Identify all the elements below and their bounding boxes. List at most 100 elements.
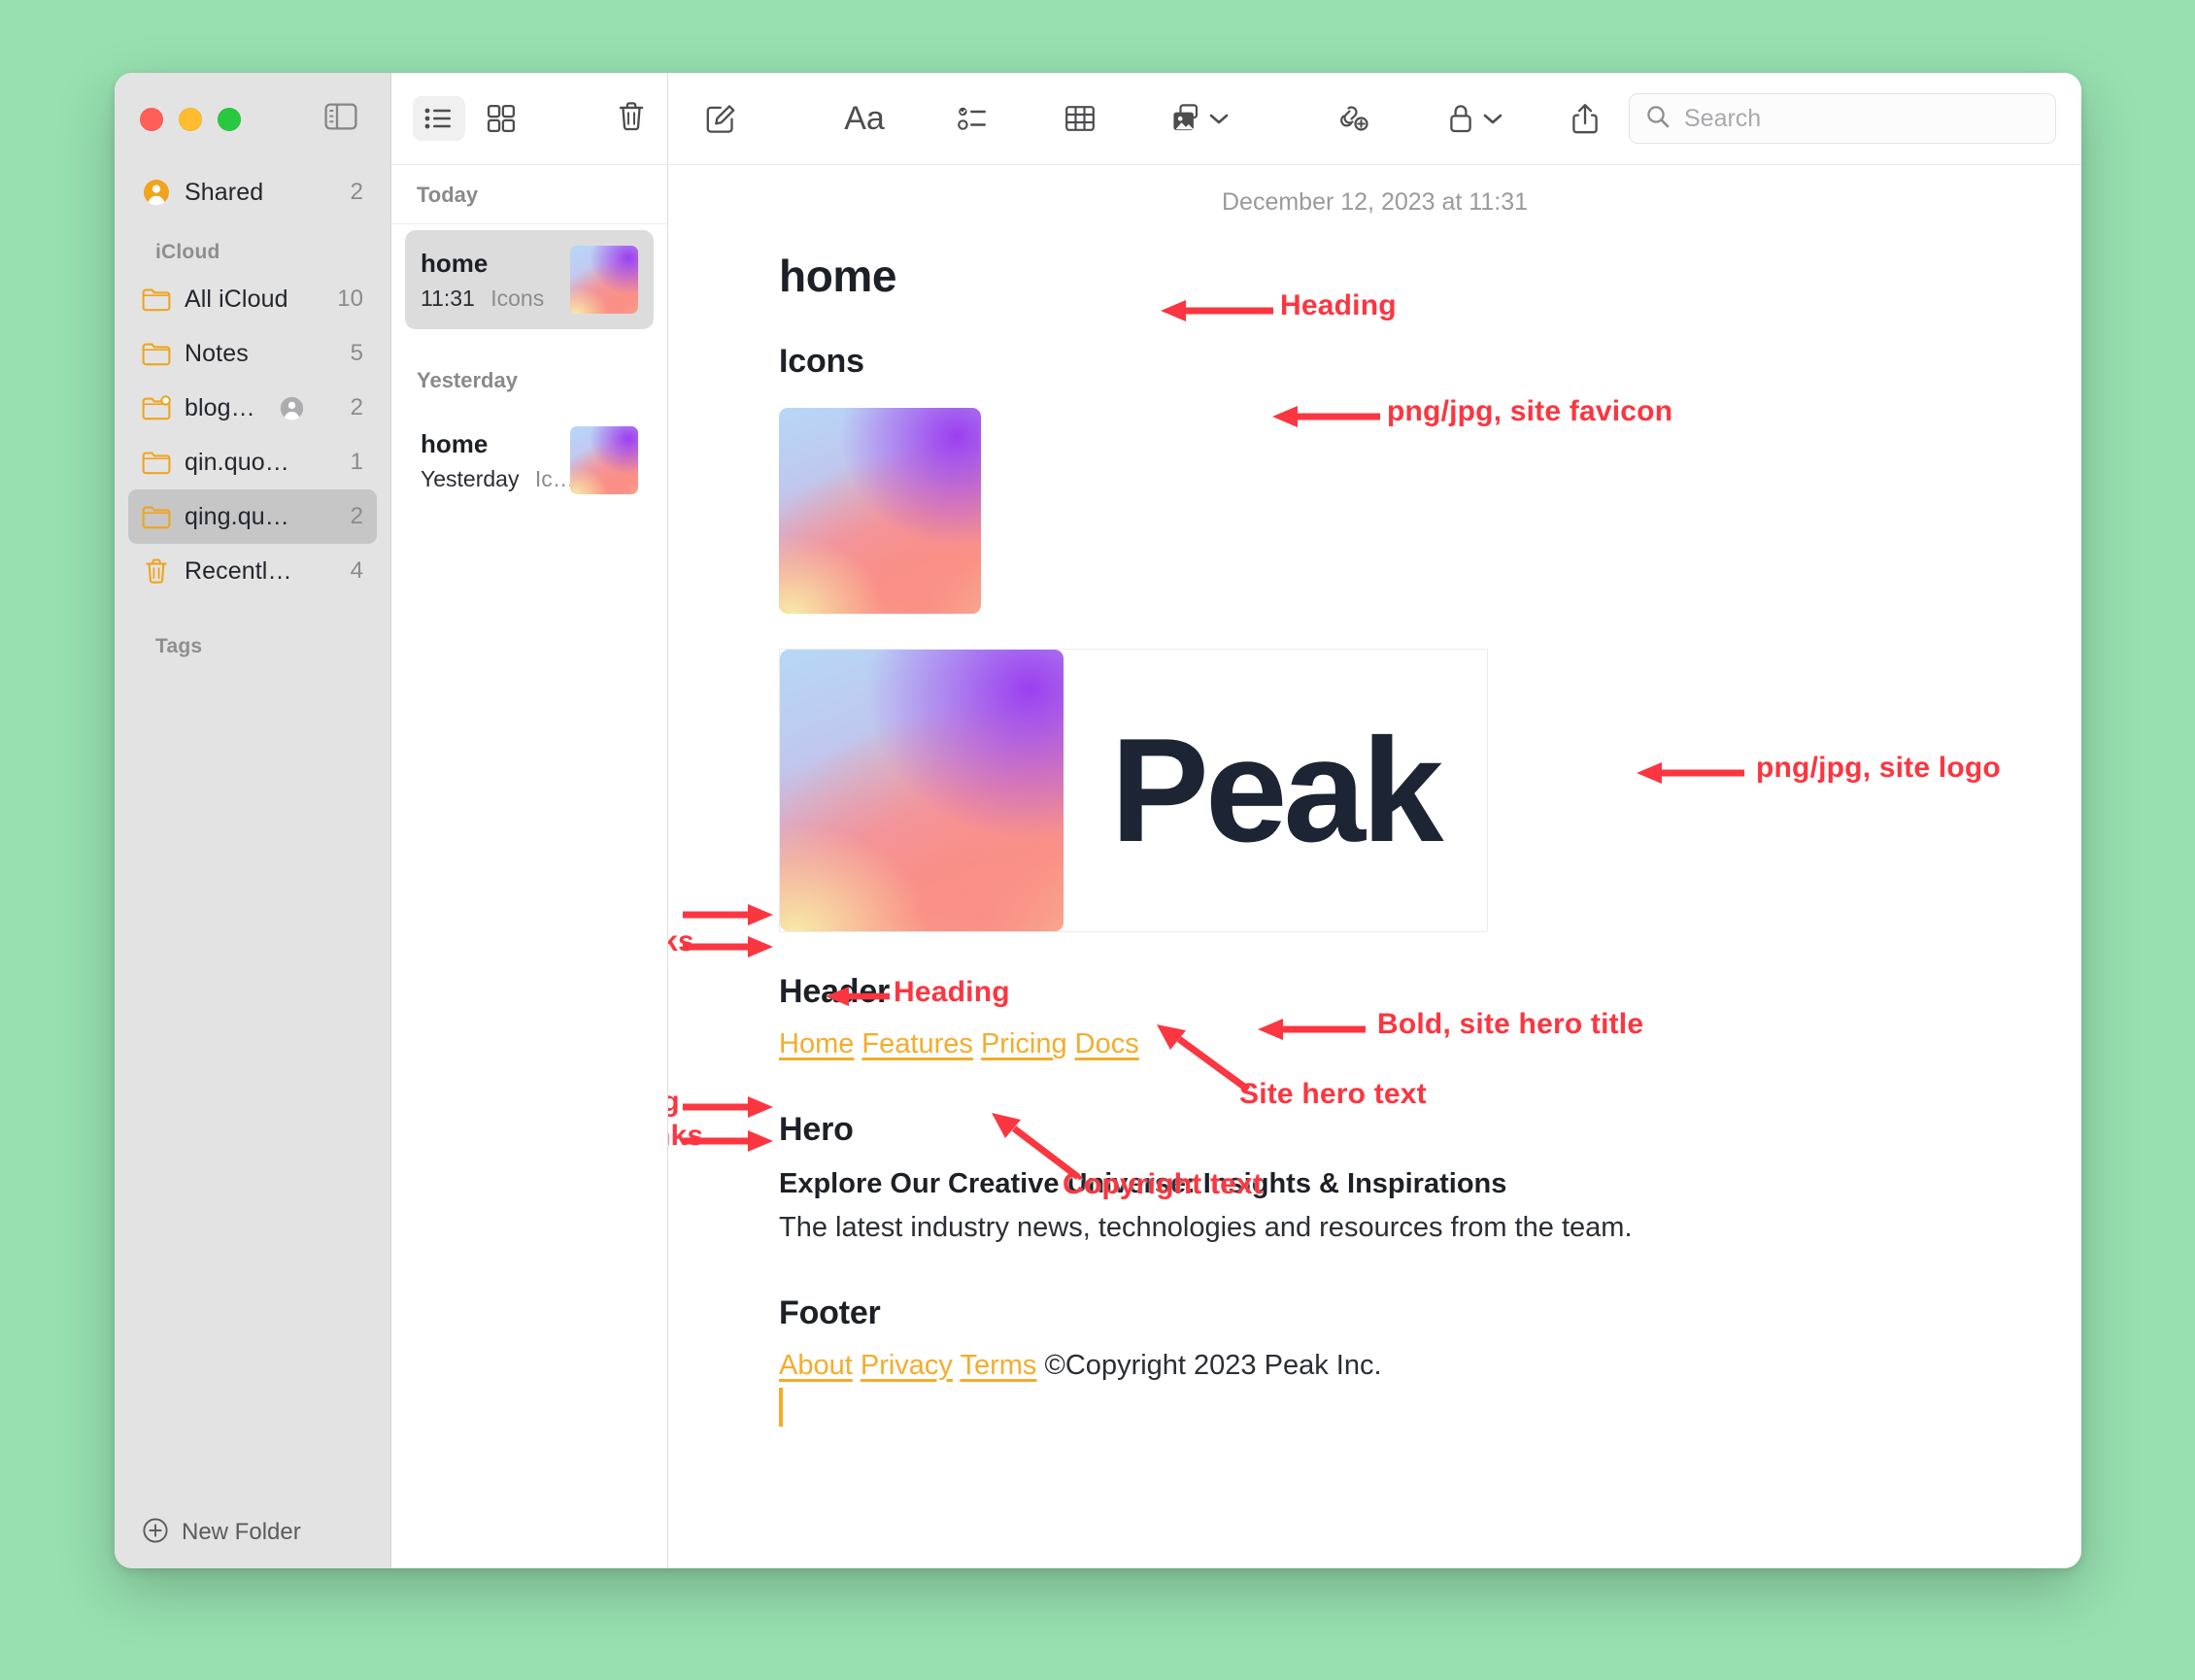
sidebar-item-recently-deleted[interactable]: Recentl… 4 [128, 544, 377, 598]
sidebar-section-icloud: iCloud [155, 241, 220, 263]
icons-heading: Icons [779, 343, 864, 380]
sidebar-item-qin-quo[interactable]: qin.quo… 1 [128, 435, 377, 489]
delete-note-button[interactable] [617, 100, 646, 137]
sidebar-item-count: 2 [350, 503, 363, 529]
footer-heading: Footer [779, 1294, 881, 1331]
gallery-view-icon[interactable] [475, 96, 527, 141]
format-text-button[interactable]: Aa [837, 94, 892, 143]
note-preview: Ic… [534, 465, 575, 491]
minimize-button[interactable] [179, 107, 202, 131]
annotation-arrow [683, 1130, 773, 1152]
compose-icon[interactable] [693, 94, 748, 143]
annotation-arrow [683, 1096, 773, 1118]
sidebar-section-tags: Tags [155, 635, 203, 657]
search-input[interactable]: Search [1629, 93, 2056, 144]
link-docs[interactable]: Docs [1075, 1028, 1139, 1059]
link-home[interactable]: Home [779, 1028, 854, 1059]
link-privacy[interactable]: Privacy [861, 1350, 953, 1381]
sidebar-item-label: Recentl… [185, 556, 292, 585]
favicon-image[interactable] [779, 408, 981, 614]
sidebar-item-label: Shared [185, 178, 264, 206]
note-preview: Icons [490, 285, 545, 311]
search-placeholder: Search [1684, 104, 1762, 132]
shared-avatar-icon [279, 395, 305, 421]
sidebar-item-label: qin.quo… [185, 448, 289, 476]
notes-list-toolbar [391, 73, 667, 165]
person-circle-icon [142, 178, 171, 207]
share-icon[interactable] [1558, 94, 1612, 143]
table-icon[interactable] [1053, 94, 1107, 143]
note-list-item[interactable]: home 11:31 Icons [405, 230, 654, 329]
annotation-arrow [683, 936, 773, 958]
plus-circle-icon [142, 1517, 169, 1549]
note-time: 11:31 [421, 285, 475, 311]
annotation-arrow [1637, 762, 1744, 784]
footer-links-row: About Privacy Terms ©Copyright 2023 Peak… [779, 1350, 2081, 1382]
notes-group-header: Yesterday [417, 368, 518, 392]
annotation-arrow [1161, 300, 1273, 321]
sidebar-list: Shared 2 iCloud All iCloud 10 Notes 5 bl… [115, 165, 390, 1568]
annotation-hero-heading: Heading [894, 976, 1010, 1008]
note-thumbnail [570, 426, 638, 494]
sidebar-toggle-icon[interactable] [324, 102, 357, 136]
annotation-icons-heading: Heading [1280, 289, 1397, 321]
sidebar-item-count: 2 [350, 179, 363, 205]
hero-text: The latest industry news, technologies a… [779, 1212, 1633, 1243]
link-pricing[interactable]: Pricing [981, 1028, 1067, 1059]
sidebar-item-count: 4 [350, 557, 363, 584]
annotation-arrow [992, 1113, 1081, 1180]
sidebar-item-shared[interactable]: Shared 2 [128, 165, 377, 219]
sidebar-item-notes[interactable]: Notes 5 [128, 326, 377, 381]
annotation-arrow [683, 904, 773, 925]
hero-heading: Hero [779, 1111, 854, 1148]
close-button[interactable] [140, 107, 163, 131]
chevron-down-icon[interactable] [1208, 112, 1230, 125]
link-features[interactable]: Features [861, 1028, 972, 1059]
notes-list-column: Today home 11:31 Icons Yesterday home Ye… [391, 73, 668, 1568]
sidebar: Shared 2 iCloud All iCloud 10 Notes 5 bl… [115, 73, 391, 1568]
titlebar-controls [115, 73, 390, 165]
note-thumbnail [570, 246, 638, 314]
new-folder-label: New Folder [182, 1519, 301, 1545]
media-icon[interactable] [1160, 94, 1214, 143]
hero-title: Explore Our Creative Universe: Insights … [779, 1168, 1507, 1199]
note-timestamp: December 12, 2023 at 11:31 [1221, 188, 1529, 216]
note-editor: Aa Search December 12, 2023 at 11:31 hom… [668, 73, 2081, 1568]
list-view-icon[interactable] [413, 96, 465, 141]
sidebar-item-label: qing.qu… [185, 502, 289, 530]
editor-toolbar: Aa Search [668, 73, 2081, 165]
folder-shared-icon [142, 395, 171, 420]
sidebar-item-count: 2 [350, 394, 363, 420]
sidebar-item-qing-qu[interactable]: qing.qu… 2 [128, 489, 377, 544]
chevron-down-icon[interactable] [1482, 112, 1503, 125]
sidebar-item-label: All iCloud [185, 285, 288, 313]
zoom-button[interactable] [218, 107, 241, 131]
text-cursor [779, 1388, 2081, 1427]
lock-icon[interactable] [1434, 94, 1488, 143]
link-add-icon[interactable] [1325, 94, 1379, 143]
note-list-item[interactable]: home Yesterday Ic… [405, 411, 654, 510]
annotation-favicon: png/jpg, site favicon [1387, 395, 1673, 427]
sidebar-item-all-icloud[interactable]: All iCloud 10 [128, 272, 377, 326]
new-folder-button[interactable]: New Folder [115, 1496, 390, 1568]
annotation-footer-heading: Heading [668, 1086, 680, 1118]
checklist-icon[interactable] [946, 94, 1000, 143]
folder-icon [142, 286, 171, 312]
link-terms[interactable]: Terms [960, 1350, 1036, 1381]
annotation-arrow [826, 987, 890, 1006]
sidebar-item-count: 1 [350, 449, 363, 475]
sidebar-item-count: 10 [337, 286, 363, 312]
link-about[interactable]: About [779, 1350, 853, 1381]
annotation-copyright: Copyright text [1063, 1168, 1264, 1200]
note-body[interactable]: December 12, 2023 at 11:31 home Icons Pe… [668, 165, 2081, 1568]
annotation-hero-title: Bold, site hero title [1377, 1008, 1644, 1040]
annotation-logo: png/jpg, site logo [1756, 752, 2001, 784]
logo-image[interactable]: Peak [779, 649, 1488, 932]
page-title: home [779, 251, 897, 301]
note-time: Yesterday [421, 465, 520, 491]
copyright-text: ©Copyright 2023 Peak Inc. [1044, 1350, 1382, 1381]
annotation-arrow [1258, 1019, 1366, 1040]
sidebar-item-blog[interactable]: blog… 2 [128, 381, 377, 435]
folder-icon [142, 504, 171, 529]
folder-icon [142, 341, 171, 366]
